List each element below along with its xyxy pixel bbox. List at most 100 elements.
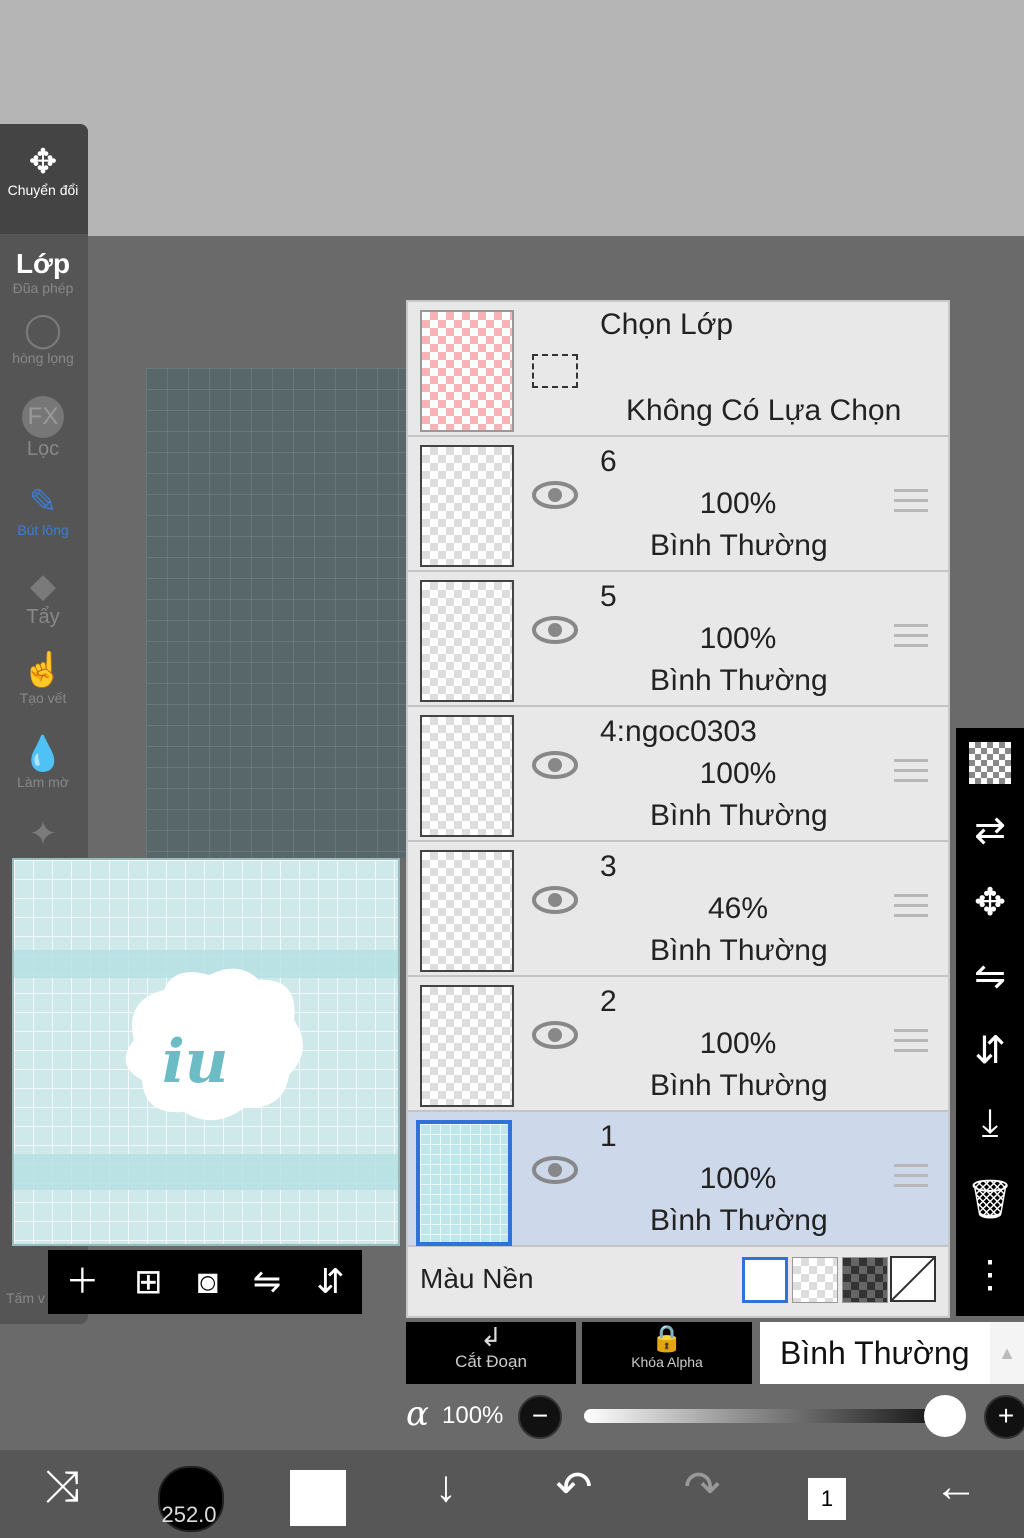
layer-row-selected[interactable]: 1 100% Bình Thường: [408, 1112, 948, 1247]
delete-trash-icon[interactable]: 🗑: [956, 1178, 1024, 1222]
flip-vertical-icon[interactable]: ⇵: [956, 1028, 1024, 1073]
drag-handle-icon[interactable]: [894, 759, 928, 787]
tool-brush-label: Bút lông: [17, 522, 69, 538]
checker-transparency-icon[interactable]: [956, 742, 1024, 794]
flip-vertical-icon[interactable]: ⇵: [316, 1265, 345, 1299]
merge-down-icon[interactable]: ⤓: [956, 1102, 1024, 1145]
opacity-slider-handle[interactable]: [924, 1395, 966, 1437]
layer-blend-mode: Bình Thường: [650, 664, 828, 697]
drag-handle-icon[interactable]: [894, 1029, 928, 1057]
blend-mode-select[interactable]: Bình Thường: [760, 1322, 990, 1384]
visibility-eye-icon[interactable]: [532, 481, 578, 509]
layer-blend-mode: Bình Thường: [650, 799, 828, 832]
alpha-lock-label: Khóa Alpha: [631, 1354, 703, 1370]
drag-handle-icon[interactable]: [894, 489, 928, 517]
layer-row[interactable]: 6 100% Bình Thường: [408, 437, 948, 572]
background-color-row: Màu Nền: [408, 1247, 948, 1314]
layer-name: 3: [600, 850, 617, 883]
opacity-value: 100%: [442, 1402, 504, 1429]
layer-opacity: 100%: [699, 1162, 777, 1195]
add-image-layer-icon[interactable]: ⊞: [134, 1265, 163, 1299]
layer-thumbnail: [416, 1120, 512, 1246]
tool-blur-label: Làm mờ: [17, 774, 69, 790]
blur-drop-icon: 💧: [21, 735, 65, 773]
tool-smudge-label: Tạo vết: [19, 690, 67, 706]
tool-transform-label: Chuyển đổi: [7, 182, 79, 198]
primary-color-swatch[interactable]: [290, 1470, 346, 1526]
tool-lasso-label: hòng lọng: [12, 350, 74, 366]
tool-blur[interactable]: 💧 Làm mờ: [0, 734, 86, 790]
layers-count-icon[interactable]: 1: [808, 1478, 846, 1520]
top-empty-area: [0, 0, 1024, 236]
layer-row[interactable]: 4:ngoc0303 100% Bình Thường: [408, 707, 948, 842]
layers-count-value: 1: [820, 1486, 834, 1511]
tool-transform[interactable]: ✥ Chuyển đổi: [0, 142, 86, 198]
opacity-slider-track[interactable]: [584, 1409, 944, 1423]
flip-horizontal-icon[interactable]: ⇋: [956, 954, 1024, 999]
layer-thumbnail: [420, 445, 514, 567]
selection-status: Không Có Lựa Chọn: [626, 394, 902, 427]
tool-filter[interactable]: FX Lọc: [0, 396, 86, 461]
selection-layer-row[interactable]: Chọn Lớp Không Có Lựa Chọn: [408, 302, 948, 437]
alpha-lock-icon: 🔒: [650, 1323, 684, 1353]
flip-horizontal-icon[interactable]: ⇋: [253, 1265, 282, 1299]
layer-opacity: 100%: [699, 487, 777, 520]
brush-size-value: 252.0: [161, 1502, 217, 1527]
layer-opacity: 46%: [707, 892, 769, 925]
tool-lasso[interactable]: ◯ hòng lọng: [0, 310, 86, 366]
alpha-lock-button[interactable]: 🔒 Khóa Alpha: [582, 1322, 752, 1384]
bg-none-swatch[interactable]: [890, 1256, 936, 1302]
tool-eraser[interactable]: ◆ Tẩy: [0, 566, 86, 629]
drag-handle-icon[interactable]: [894, 624, 928, 652]
more-options-icon[interactable]: ⋮: [956, 1252, 1024, 1297]
layer-blend-mode: Bình Thường: [650, 1204, 828, 1237]
undo-icon[interactable]: ↶: [534, 1462, 614, 1513]
tool-brush[interactable]: ✎ Bút lông: [0, 482, 86, 538]
fx-icon: FX: [22, 396, 64, 438]
right-layer-toolbar: ⇄ ✥ ⇋ ⇵ ⤓ 🗑 ⋮: [956, 728, 1024, 1316]
smudge-icon: ☝: [21, 651, 65, 689]
clipping-button[interactable]: ↲ Cắt Đoạn: [406, 1322, 576, 1384]
brush-size-indicator[interactable]: 252.0: [158, 1466, 224, 1532]
layer-blend-mode: Bình Thường: [650, 934, 828, 967]
layer-opacity: 100%: [699, 622, 777, 655]
down-arrow-icon[interactable]: ↓: [406, 1462, 486, 1512]
blend-mode-arrow-icon[interactable]: ▲: [990, 1322, 1024, 1384]
visibility-eye-icon[interactable]: [532, 616, 578, 644]
tool-layer[interactable]: Lớp Đũa phép: [0, 248, 86, 296]
opacity-plus-button[interactable]: +: [984, 1395, 1024, 1439]
clip-arrow-icon: ↲: [480, 1322, 502, 1352]
layer-row[interactable]: 5 100% Bình Thường: [408, 572, 948, 707]
sparkle-pen-icon: ✦: [28, 815, 58, 853]
opacity-row: α 100% − +: [406, 1390, 1024, 1444]
drag-handle-icon[interactable]: [894, 894, 928, 922]
visibility-eye-icon[interactable]: [532, 751, 578, 779]
bg-transparent-light-swatch[interactable]: [792, 1257, 838, 1303]
bg-transparent-dark-swatch[interactable]: [842, 1257, 888, 1303]
layer-row[interactable]: 3 46% Bình Thường: [408, 842, 948, 977]
swap-layer-icon[interactable]: ⇄: [956, 808, 1024, 853]
add-layer-icon[interactable]: ＋: [65, 1265, 99, 1299]
layer-row[interactable]: 2 100% Bình Thường: [408, 977, 948, 1112]
redo-icon[interactable]: ↷: [662, 1462, 742, 1513]
camera-icon[interactable]: ◙: [197, 1265, 218, 1299]
opacity-minus-button[interactable]: −: [518, 1395, 562, 1439]
visibility-eye-icon[interactable]: [532, 1156, 578, 1184]
tool-filter-label: Lọc: [26, 438, 60, 460]
layer-thumbnail: [420, 985, 514, 1107]
layer-name: 2: [600, 985, 617, 1018]
tool-sparkle[interactable]: ✦: [0, 814, 86, 854]
layers-panel: Chọn Lớp Không Có Lựa Chọn 6 100% Bình T…: [406, 300, 950, 1318]
tool-layer-label: Lớp: [15, 248, 71, 279]
move-arrows-icon: ✥: [28, 143, 58, 181]
tool-swap-icon[interactable]: ⤨: [22, 1462, 102, 1512]
move-layer-icon[interactable]: ✥: [956, 880, 1024, 925]
back-arrow-icon[interactable]: ←: [916, 1462, 996, 1512]
tool-smudge[interactable]: ☝ Tạo vết: [0, 650, 86, 706]
visibility-eye-icon[interactable]: [532, 1021, 578, 1049]
layer-name: 1: [600, 1120, 617, 1153]
selection-marquee-icon: [532, 354, 578, 388]
visibility-eye-icon[interactable]: [532, 886, 578, 914]
bg-white-swatch[interactable]: [742, 1257, 788, 1303]
drag-handle-icon[interactable]: [894, 1164, 928, 1192]
